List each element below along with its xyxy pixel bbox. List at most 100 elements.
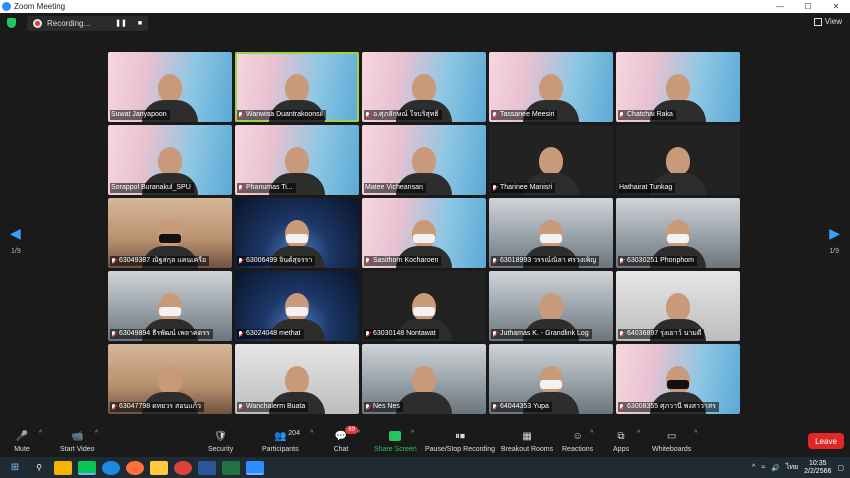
mic-muted-icon [619,330,625,338]
window-titlebar: Zoom Meeting — ☐ ✕ [0,0,850,13]
share-chevron-icon[interactable]: ^ [411,430,414,437]
video-tile[interactable]: Wanchalerm Buata [235,344,359,414]
search-icon[interactable]: ⚲ [30,461,48,475]
participants-chevron-icon[interactable]: ^ [310,430,313,437]
video-tile[interactable]: 63030148 Nontawat [362,271,486,341]
video-tile[interactable]: Hathairat Tunkag [616,125,740,195]
video-options-chevron-icon[interactable]: ^ [95,430,98,437]
grid-icon [813,17,822,26]
participant-name-label: Hathairat Tunkag [618,183,676,193]
video-tile[interactable]: อ.ศุภลักษณ์ ใจบริสุทธิ์ [362,52,486,122]
chat-button[interactable]: 💬 69 Chat [333,426,358,453]
line-app-icon[interactable] [78,460,96,475]
video-tile[interactable]: Chatchai Raka [616,52,740,122]
reactions-button[interactable]: ☺ Reactions [562,429,593,454]
video-tile[interactable]: Tassanee Meesiri [489,52,613,122]
video-tile[interactable]: 64044353 Yupa [489,344,613,414]
firefox-icon[interactable] [126,460,144,475]
whiteboards-button[interactable]: ▭ Whiteboards [652,429,691,454]
security-button[interactable]: 🛡 Security [208,429,233,454]
participant-name: 63008355 ศุภวานี พงสาวาสร [627,403,716,410]
breakout-rooms-button[interactable]: ▦ Breakout Rooms [501,429,553,454]
participants-count: 204 [288,430,300,437]
video-tile[interactable]: Phanumas Ti... [235,125,359,195]
media-player-icon[interactable] [54,460,72,475]
chat-icon: 💬 69 [333,426,358,443]
participants-icon: 👥 204 [274,430,300,442]
mic-muted-icon [111,257,117,265]
chevron-up-icon[interactable]: ^ [752,464,755,471]
video-tile[interactable]: 64036897 รุ่งเยาว์ นามดี [616,271,740,341]
pause-stop-icon: ⏸⏹ [455,430,466,442]
video-tile[interactable]: 63049894 ธีรพัฒน์ เพลาคตรร [108,271,232,341]
view-button[interactable]: View [813,17,842,26]
chrome-icon[interactable] [174,460,192,475]
participant-name: 63049894 ธีรพัฒน์ เพลาคตรร [119,330,210,337]
video-tile[interactable]: 63047798 ดทยวร สอนแก้ว [108,344,232,414]
participant-name-label: Matee Vicheansan [364,183,426,193]
video-tile[interactable]: 63006499 จินต์สุจรรา [235,198,359,268]
participant-name-label: 63049387 ณัฐสกุล แคนเครือ [110,256,210,266]
video-tile[interactable]: Sasithorn Kocharoen [362,198,486,268]
notification-icon[interactable]: ▢ [837,464,844,472]
apps-button[interactable]: ⧉ Apps [613,429,629,454]
participant-name: อ.ศุภลักษณ์ ใจบริสุทธิ์ [373,111,439,118]
video-tile[interactable]: Sorappol Buranakul_SPU [108,125,232,195]
video-tile[interactable]: 63008355 ศุภวานี พงสาวาสร [616,344,740,414]
whiteboards-chevron-icon[interactable]: ^ [694,430,697,437]
leave-button[interactable]: Leave [808,433,844,449]
speaker-icon[interactable]: 🔊 [771,464,780,472]
video-tile[interactable]: 63030251 Phonphom [616,198,740,268]
zoom-taskbar-icon[interactable] [246,460,264,475]
participant-name: 64044353 Yupa [500,403,549,410]
minimize-button[interactable]: — [766,2,794,11]
clock[interactable]: 10:35 2/2/2566 [804,460,831,476]
pause-recording-button[interactable]: ❚❚ [115,19,127,27]
mic-muted-icon [111,403,117,411]
word-icon[interactable] [198,460,216,475]
os-taskbar: ⊞ ⚲ ^ ≈ 🔊 ไทย 10:35 2/2/2566 ▢ [0,457,850,478]
start-video-label: Start Video [60,446,95,453]
stop-recording-button[interactable]: ■ [138,20,142,27]
wifi-icon[interactable]: ≈ [761,464,765,471]
video-tile[interactable]: Tharinee Manisri [489,125,613,195]
mic-muted-icon [238,184,244,192]
edge-browser-icon[interactable] [102,460,120,475]
participant-name-label: Wanwisa Duantrakoonsil [237,110,326,120]
page-indicator-left: 1/9 [11,248,21,255]
mic-muted-icon [365,330,371,338]
apps-icon: ⧉ [617,430,625,442]
video-tile[interactable]: Juthamas K. - Grandlink Log [489,271,613,341]
apps-label: Apps [613,446,629,453]
mute-button[interactable]: 🎤 Mute [14,429,30,454]
participant-name: Juthamas K. - Grandlink Log [500,330,589,337]
windows-start-icon[interactable]: ⊞ [6,461,24,475]
video-tile[interactable]: Suwat Janyapoon [108,52,232,122]
chat-chevron-icon[interactable]: ^ [357,430,360,437]
file-explorer-icon[interactable] [150,460,168,475]
start-video-button[interactable]: 📹 Start Video [60,429,95,454]
video-tile[interactable]: 63018993 วรรณ์ณิลา ศรวงเพ็ญ [489,198,613,268]
shield-icon[interactable] [7,18,16,28]
close-button[interactable]: ✕ [822,2,850,11]
next-page-arrow-icon[interactable]: ▶ [829,225,840,242]
video-tile[interactable]: 63049387 ณัฐสกุล แคนเครือ [108,198,232,268]
prev-page-arrow-icon[interactable]: ◀ [10,225,21,242]
video-tile[interactable]: Matee Vicheansan [362,125,486,195]
input-language[interactable]: ไทย [786,462,798,473]
reactions-chevron-icon[interactable]: ^ [590,430,593,437]
apps-chevron-icon[interactable]: ^ [637,430,640,437]
pause-stop-recording-button[interactable]: ⏸⏹ Pause/Stop Recording [425,429,495,454]
video-tile[interactable]: 63024048 methat [235,271,359,341]
mic-muted-icon [492,257,498,265]
participants-button[interactable]: 👥 204 Participants [262,429,300,453]
audio-options-chevron-icon[interactable]: ^ [39,430,42,437]
maximize-button[interactable]: ☐ [794,2,822,11]
participant-name-label: Tharinee Manisri [491,183,556,193]
excel-icon[interactable] [222,460,240,475]
mic-muted-icon [238,403,244,411]
clock-date: 2/2/2566 [804,467,832,475]
participant-name: 63018993 วรรณ์ณิลา ศรวงเพ็ญ [500,257,597,264]
video-tile[interactable]: Wanwisa Duantrakoonsil [235,52,359,122]
video-tile[interactable]: Nes Nes [362,344,486,414]
